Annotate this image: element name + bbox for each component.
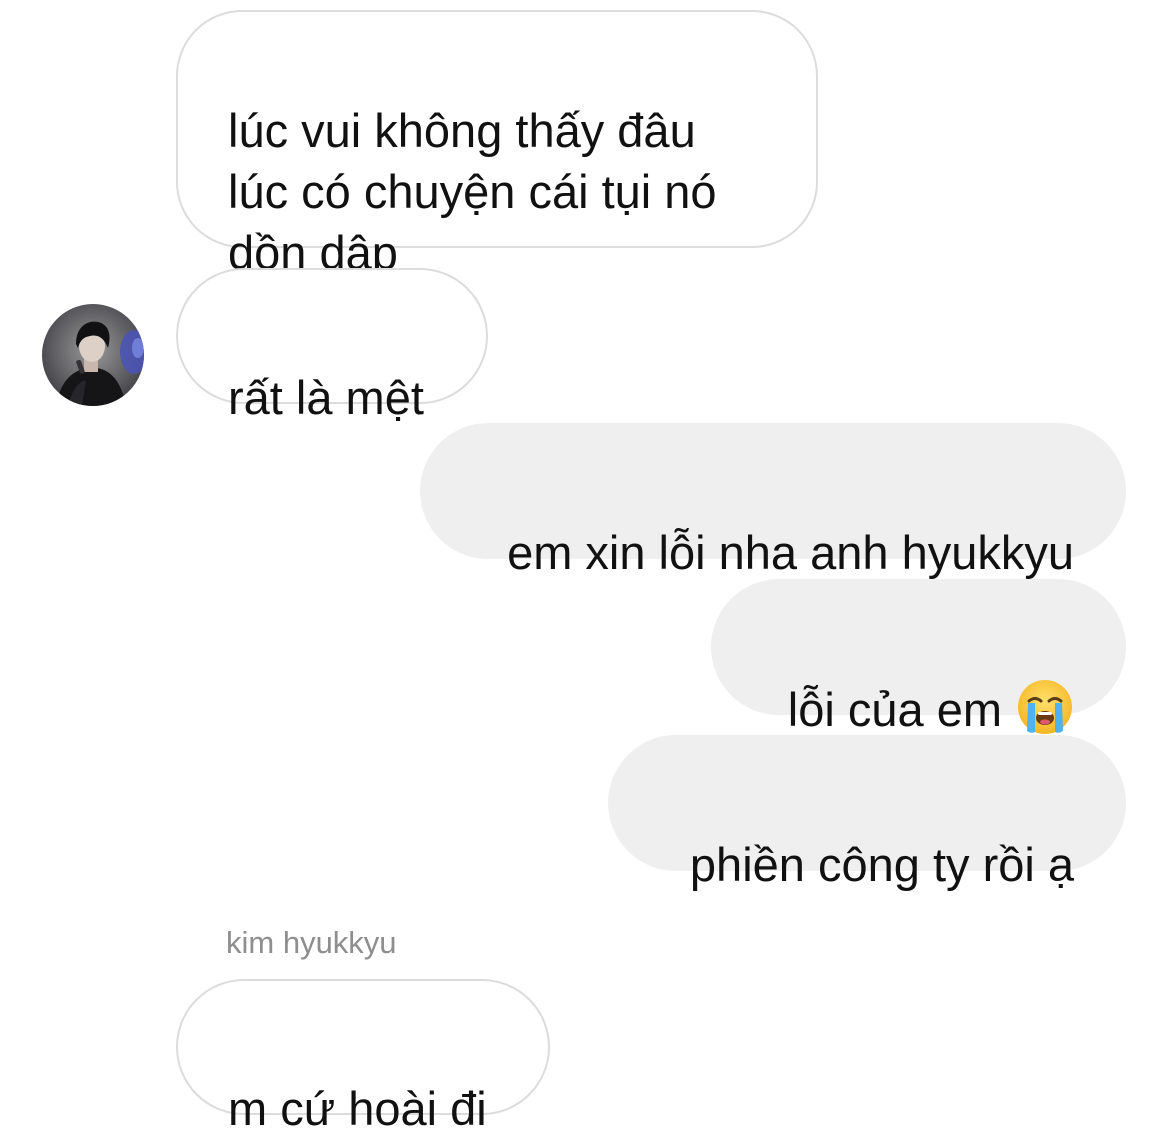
message-text: lúc vui không thấy đâu lúc có chuyện cái… (228, 104, 717, 279)
sender-name: kim hyukkyu (226, 925, 397, 960)
message-bubble-outgoing[interactable]: phiền công ty rồi ạ (608, 735, 1126, 891)
message-text: phiền công ty rồi ạ (689, 838, 1074, 891)
message-text: m cứ hoài đi (228, 1082, 487, 1135)
message-text: em xin lỗi nha anh hyukkyu (507, 526, 1074, 579)
avatar[interactable] (42, 304, 144, 406)
loudly-crying-face-icon (1016, 678, 1074, 736)
user-avatar-photo-icon (42, 304, 144, 406)
message-bubble-outgoing[interactable]: lỗi của em (711, 579, 1126, 736)
message-bubble-incoming[interactable]: rất là mệt (176, 268, 488, 424)
message-text: rất là mệt (228, 371, 424, 424)
message-bubble-incoming[interactable]: lúc vui không thấy đâu lúc có chuyện cái… (176, 10, 818, 279)
message-text: lỗi của em (787, 683, 1002, 736)
message-bubble-incoming[interactable]: m cứ hoài đi (176, 979, 550, 1135)
message-bubble-outgoing[interactable]: em xin lỗi nha anh hyukkyu (420, 423, 1126, 579)
